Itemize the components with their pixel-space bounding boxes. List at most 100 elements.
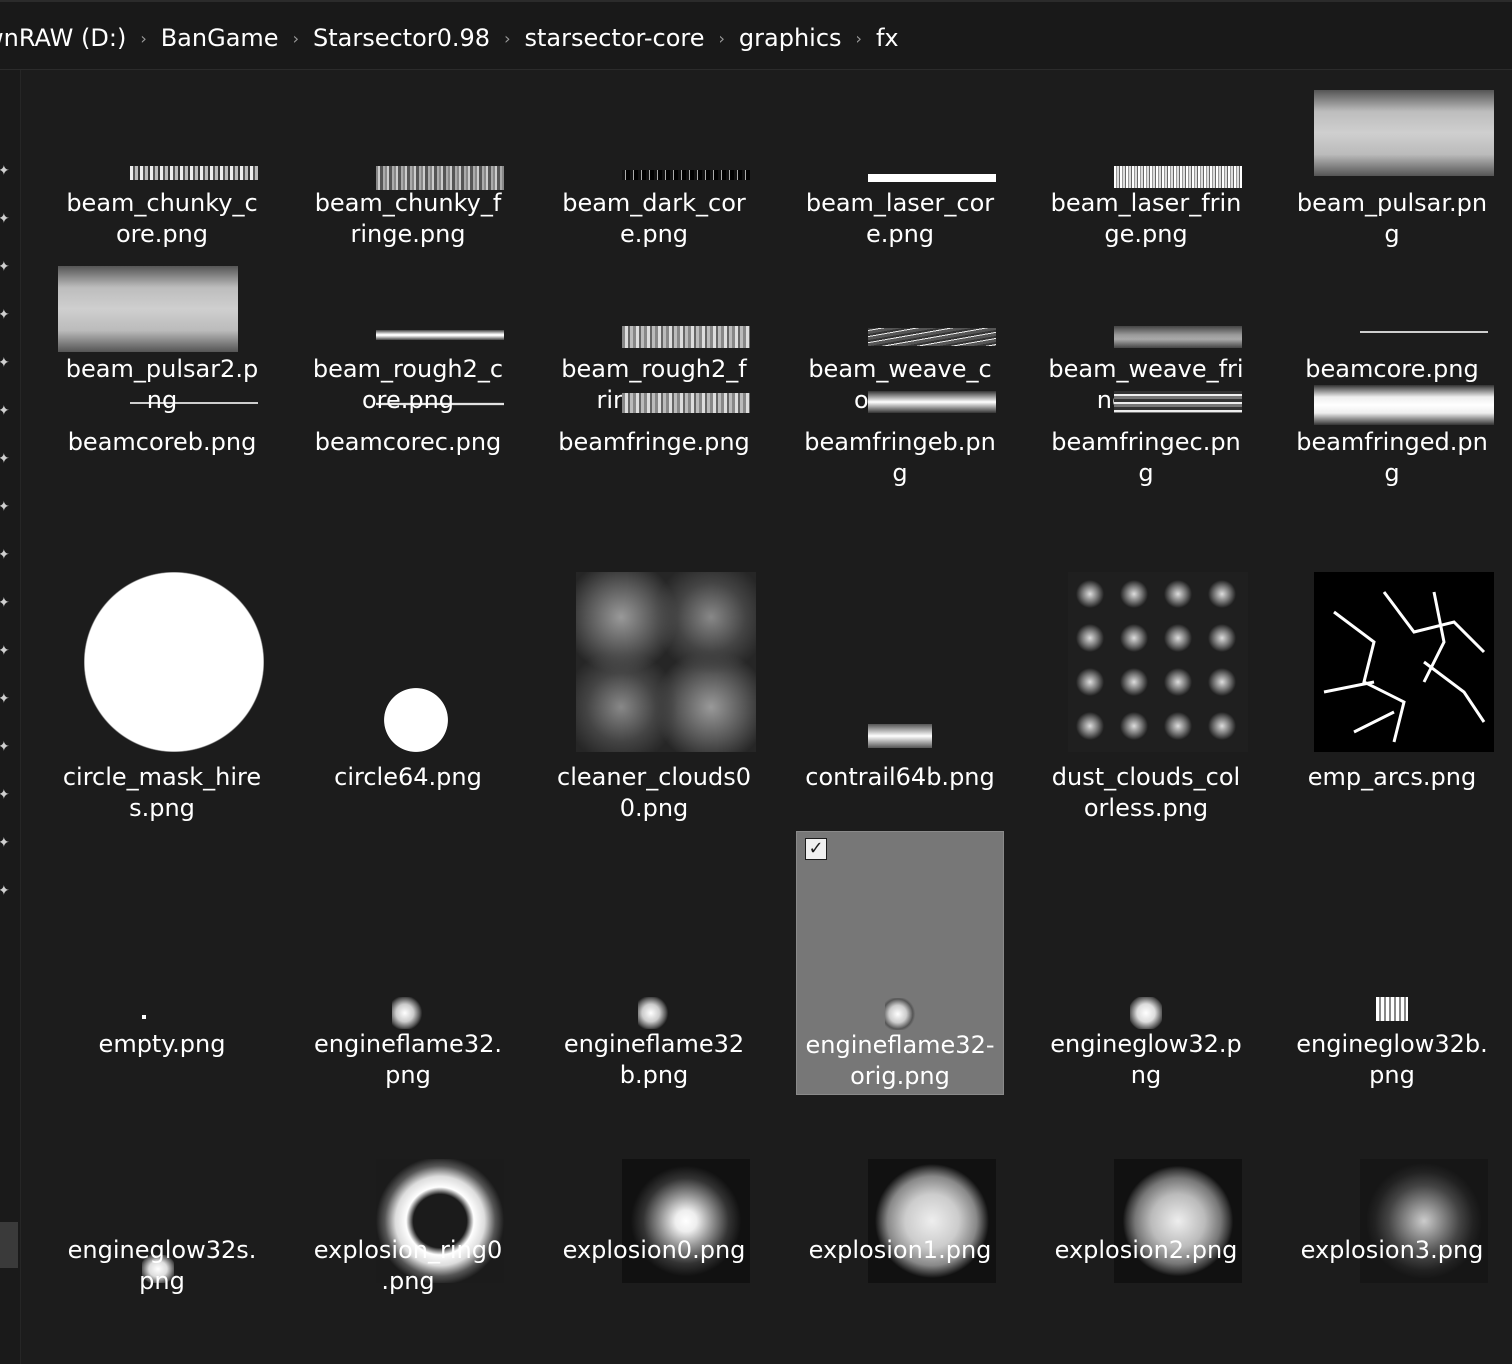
file-thumbnail (1114, 166, 1242, 188)
navigation-pane[interactable]: ✦ ✦ ✦ ✦ ✦ ✦ ✦ ✦ ✦ ✦ ✦ ✦ ✦ ✦ ✦ ✦ (0, 70, 21, 1364)
file-name: engineflame32 (563, 1030, 745, 1058)
file-name: g (892, 459, 908, 487)
file-item[interactable]: beam_chunky_c ore.png (58, 70, 266, 250)
breadcrumb-fx[interactable]: fx (870, 24, 905, 52)
pin-icon[interactable]: ✦ (0, 644, 12, 658)
file-item[interactable]: beam_dark_cor e.png (550, 70, 758, 250)
file-name: beamfringe.png (558, 428, 750, 456)
file-item[interactable]: beamfringec.pn g (1042, 377, 1250, 507)
file-item[interactable]: beam_chunky_f ringe.png (304, 70, 512, 250)
file-thumbnail (868, 724, 932, 748)
file-item[interactable]: explosion0.png (550, 1097, 758, 1364)
file-thumbnail (638, 997, 670, 1029)
pin-icon[interactable]: ✦ (0, 260, 12, 274)
pin-icon[interactable]: ✦ (0, 884, 12, 898)
file-name: engineflame32- (805, 1031, 995, 1059)
chevron-right-icon[interactable]: › (285, 29, 307, 48)
file-name: engineglow32.p (1050, 1030, 1242, 1058)
address-bar[interactable]: wnRAW (D:) › BanGame › Starsector0.98 › … (0, 0, 1512, 70)
file-item[interactable]: engineglow32s. png (58, 1097, 266, 1364)
breadcrumb-starsector-core[interactable]: starsector-core (518, 24, 710, 52)
pin-icon[interactable]: ✦ (0, 356, 12, 370)
chevron-right-icon[interactable]: › (132, 29, 154, 48)
chevron-right-icon[interactable]: › (848, 29, 870, 48)
file-item[interactable]: engineflame32- orig.png ✓ (796, 831, 1004, 1095)
chevron-right-icon[interactable]: › (496, 29, 518, 48)
file-thumbnail (392, 997, 424, 1029)
chevron-right-icon[interactable]: › (711, 29, 733, 48)
file-item[interactable]: engineglow32.p ng (1042, 831, 1250, 1095)
breadcrumb-bangame[interactable]: BanGame (155, 24, 285, 52)
file-item[interactable]: explosion2.png (1042, 1097, 1250, 1364)
file-name: cleaner_clouds0 (557, 763, 751, 791)
file-name: beam_chunky_f (314, 189, 502, 217)
file-thumbnail (130, 399, 258, 407)
file-item[interactable]: beam_laser_frin ge.png (1042, 70, 1250, 250)
file-item[interactable]: circle_mask_hire s.png (58, 570, 266, 832)
pin-icon[interactable]: ✦ (0, 596, 12, 610)
file-thumbnail (1114, 326, 1242, 348)
file-item[interactable]: beam_pulsar.pn g (1288, 70, 1496, 250)
file-name: circle64.png (334, 763, 482, 791)
file-thumbnail (1068, 572, 1248, 752)
file-item[interactable]: dust_clouds_col orless.png (1042, 570, 1250, 832)
file-thumbnail (1314, 90, 1494, 176)
pin-icon[interactable]: ✦ (0, 308, 12, 322)
file-name: engineflame32. (314, 1030, 502, 1058)
file-thumbnail (384, 688, 448, 752)
breadcrumb-starsector[interactable]: Starsector0.98 (307, 24, 496, 52)
file-item[interactable]: beamcoreb.png (58, 377, 266, 507)
file-name: g (1138, 459, 1154, 487)
pin-icon[interactable]: ✦ (0, 788, 12, 802)
file-name: emp_arcs.png (1307, 763, 1477, 791)
file-item[interactable]: explosion3.png (1288, 1097, 1496, 1364)
file-thumbnail (1314, 385, 1494, 425)
file-grid[interactable]: beam_chunky_c ore.png beam_chunky_f ringe.p… (22, 70, 1512, 1364)
file-thumbnail (58, 266, 238, 352)
file-name: empty.png (98, 1030, 226, 1058)
file-item[interactable]: empty.png (58, 831, 266, 1095)
file-item[interactable]: beamcorec.png (304, 377, 512, 507)
selection-checkbox[interactable]: ✓ (805, 838, 827, 860)
file-thumbnail (1130, 997, 1162, 1029)
file-item[interactable]: beamfringeb.pn g (796, 377, 1004, 507)
file-item[interactable]: contrail64b.png (796, 570, 1004, 832)
file-item[interactable]: beamfringed.pn g (1288, 377, 1496, 507)
file-item[interactable]: engineglow32b. png (1288, 831, 1496, 1095)
pin-icon[interactable]: ✦ (0, 212, 12, 226)
file-name: engineglow32s. (67, 1236, 257, 1264)
file-thumbnail (376, 166, 504, 190)
file-item[interactable]: explosion_ring0 .png (304, 1097, 512, 1364)
file-thumbnail (622, 326, 750, 348)
breadcrumb-graphics[interactable]: graphics (733, 24, 848, 52)
file-name: beamcorec.png (314, 428, 502, 456)
file-name: explosion1.png (808, 1236, 992, 1264)
pin-icon[interactable]: ✦ (0, 164, 12, 178)
file-item[interactable]: cleaner_clouds0 0.png (550, 570, 758, 832)
pin-icon[interactable]: ✦ (0, 740, 12, 754)
file-name: beamfringeb.pn (804, 428, 996, 456)
nav-scrollbar-thumb[interactable] (0, 1222, 18, 1268)
pin-icon[interactable]: ✦ (0, 404, 12, 418)
pin-icon[interactable]: ✦ (0, 692, 12, 706)
file-item[interactable]: beam_laser_cor e.png (796, 70, 1004, 250)
file-item[interactable]: engineflame32. png (304, 831, 512, 1095)
file-name: g (1384, 459, 1400, 487)
pin-icon[interactable]: ✦ (0, 548, 12, 562)
pin-icon[interactable]: ✦ (0, 452, 12, 466)
file-item[interactable]: engineflame32 b.png (550, 831, 758, 1095)
file-thumbnail (868, 328, 996, 346)
breadcrumb-drive[interactable]: wnRAW (D:) (0, 24, 132, 52)
file-name: explosion0.png (562, 1236, 746, 1264)
file-name: dust_clouds_col (1051, 763, 1241, 791)
file-item[interactable]: emp_arcs.png (1288, 570, 1496, 832)
file-item[interactable]: beamfringe.png (550, 377, 758, 507)
file-item[interactable]: explosion1.png (796, 1097, 1004, 1364)
file-name: beam_laser_cor (805, 189, 995, 217)
file-thumbnail (1114, 391, 1242, 413)
pin-icon[interactable]: ✦ (0, 836, 12, 850)
pin-icon[interactable]: ✦ (0, 500, 12, 514)
file-name: beam_dark_cor (562, 189, 746, 217)
file-name: beam_pulsar.pn (1296, 189, 1488, 217)
file-item[interactable]: circle64.png (304, 570, 512, 832)
